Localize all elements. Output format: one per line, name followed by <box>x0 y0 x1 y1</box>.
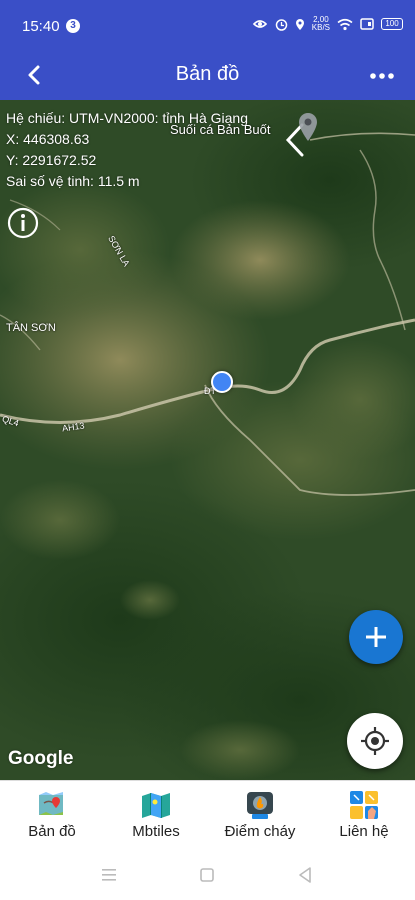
nav-label-map: Bản đồ <box>28 823 76 840</box>
google-attribution: Google <box>8 748 74 769</box>
notification-badge: 3 <box>66 19 80 33</box>
nav-label-mbtiles: Mbtiles <box>132 823 180 840</box>
plus-icon <box>366 627 386 647</box>
info-icon[interactable] <box>6 206 40 240</box>
app-bar: Bản đồ <box>0 52 415 100</box>
location-icon <box>295 18 304 30</box>
coordinate-info: Hệ chiếu: UTM-VN2000: tỉnh Hà Giang X: 4… <box>6 108 248 192</box>
contact-icon <box>350 791 378 819</box>
current-location-dot <box>211 371 233 393</box>
folded-map-icon <box>142 793 170 818</box>
battery-icon: 100 <box>381 18 403 30</box>
status-time: 15:40 <box>22 18 60 35</box>
back-icon[interactable] <box>297 866 313 884</box>
bottom-navigation: Bản đồ Mbtiles Điểm cháy Liên hệ <box>0 780 415 851</box>
fire-point-icon <box>247 792 273 819</box>
y-coordinate: Y: 2291672.52 <box>6 152 97 168</box>
net-speed: 2,00 KB/S <box>311 15 330 32</box>
my-location-button[interactable] <box>347 713 403 769</box>
nav-item-mbtiles[interactable]: Mbtiles <box>104 781 208 851</box>
gps-accuracy: Sai số vệ tinh: 11.5 m <box>6 173 140 189</box>
wifi-icon <box>337 18 353 30</box>
nav-item-fire-points[interactable]: Điểm cháy <box>208 781 312 851</box>
satellite-imagery <box>0 100 415 780</box>
map-icon <box>39 792 63 815</box>
crosshair-icon <box>361 727 389 755</box>
status-icons: 2,00 KB/S 100 <box>252 16 403 32</box>
status-bar: 15:40 3 2,00 KB/S 100 <box>0 0 415 52</box>
map-pin-icon[interactable] <box>297 112 319 142</box>
sim-icon <box>360 18 374 30</box>
more-dots-icon[interactable] <box>369 64 395 88</box>
add-button[interactable] <box>349 610 403 664</box>
data-saver-icon <box>252 20 267 28</box>
satellite-map[interactable]: Hệ chiếu: UTM-VN2000: tỉnh Hà Giang X: 4… <box>0 100 415 780</box>
alarm-icon <box>275 18 288 31</box>
system-navigation <box>0 850 415 900</box>
nav-item-contact[interactable]: Liên hệ <box>312 781 415 851</box>
page-title: Bản đồ <box>175 63 240 85</box>
place-label: TÂN SƠN <box>6 322 56 334</box>
nav-item-map[interactable]: Bản đồ <box>0 781 104 851</box>
nav-label-contact: Liên hệ <box>339 823 389 840</box>
nav-label-fire-points: Điểm cháy <box>224 823 296 840</box>
menu-icon[interactable] <box>100 867 118 883</box>
place-label: Suối cá Bản Buốt <box>170 122 271 137</box>
home-icon[interactable] <box>199 867 215 883</box>
